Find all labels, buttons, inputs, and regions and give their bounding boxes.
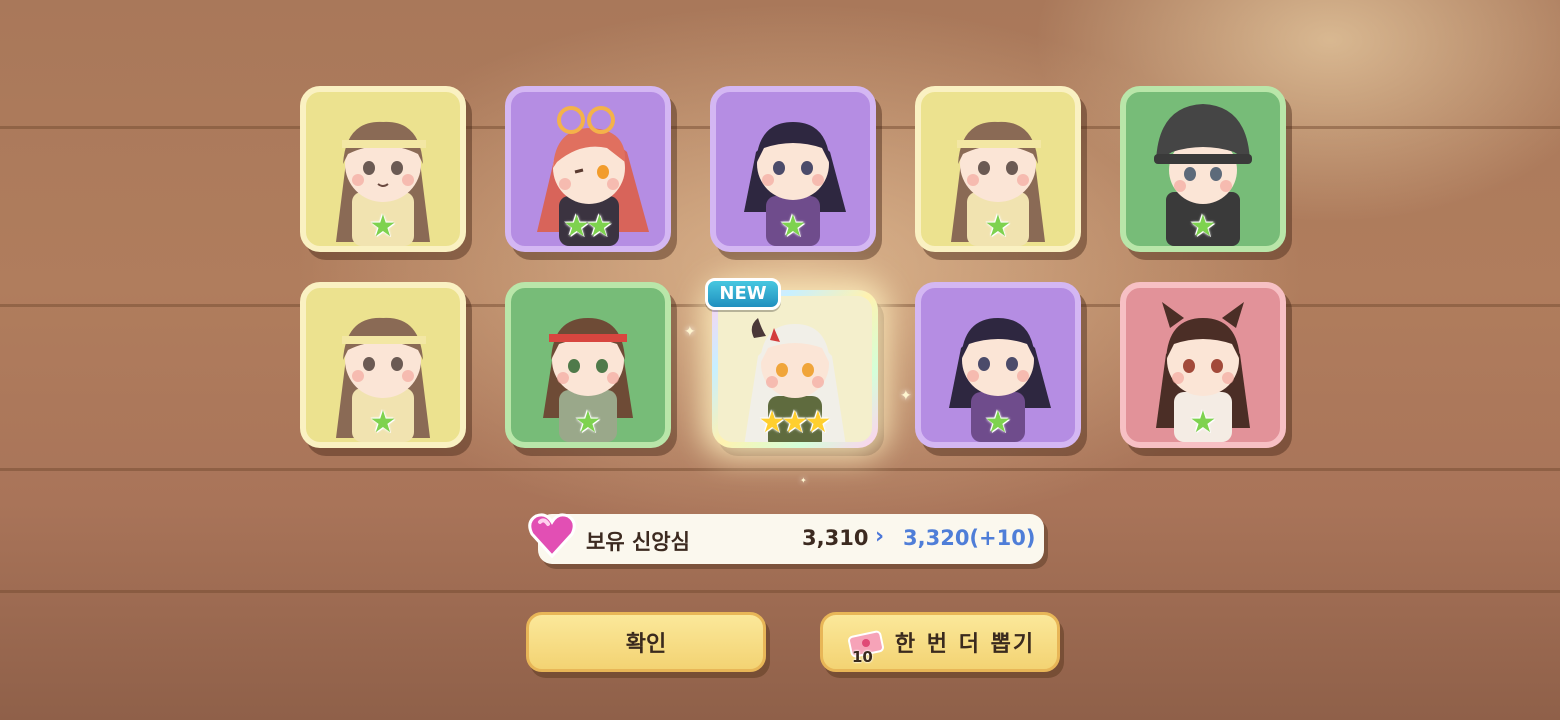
rarity-stars: ★★ [511, 212, 665, 242]
confirm-button-label: 확인 [625, 632, 667, 657]
character-card-2[interactable]: ★★ [505, 86, 671, 252]
draw-again-label: 한 번 더 뽑기 [894, 632, 1036, 657]
rarity-stars: ★ [1126, 212, 1280, 242]
faith-new-value: 3,320(+10) [903, 526, 1036, 550]
character-card-3[interactable]: ★ [710, 86, 876, 252]
star-icon: ★ [984, 209, 1012, 244]
rarity-stars: ★ [716, 212, 870, 242]
character-card-6[interactable]: ★ [300, 282, 466, 448]
star-icon: ★ [586, 209, 613, 244]
star-icon: ★ [1189, 209, 1217, 244]
star-icon: ★ [574, 405, 602, 440]
ticket-count: 10 [852, 648, 873, 666]
star-icon: ★ [804, 405, 832, 440]
character-card-8[interactable]: ★★★ [712, 290, 878, 448]
star-icon: ★ [1189, 405, 1217, 440]
star-icon: ★ [984, 405, 1012, 440]
character-card-9[interactable]: ★ [915, 282, 1081, 448]
star-icon: ★ [369, 209, 397, 244]
sparkle-icon: ✦ [684, 324, 696, 340]
star-icon: ★ [779, 209, 807, 244]
rarity-stars: ★ [306, 408, 460, 438]
character-card-10[interactable]: ★ [1120, 282, 1286, 448]
confirm-button[interactable]: 확인 [526, 612, 766, 672]
floor-plank-line [0, 468, 1560, 471]
arrow-right-icon: › [875, 524, 885, 549]
sparkle-icon: ✦ [900, 388, 912, 404]
character-card-1[interactable]: ★ [300, 86, 466, 252]
character-card-5[interactable]: ★ [1120, 86, 1286, 252]
floor-plank-line [0, 590, 1560, 593]
new-badge: NEW [705, 278, 781, 310]
gacha-result-screen: ★ ★★ ★ ★ ★ ★ ★ ★★★ NEW ✦ ✦ ✦ ★ ★ 보유 신앙심 … [0, 0, 1560, 720]
character-card-4[interactable]: ★ [915, 86, 1081, 252]
rarity-stars: ★★★ [718, 408, 872, 438]
rarity-stars: ★ [306, 212, 460, 242]
heart-gem-icon [528, 513, 576, 559]
rarity-stars: ★ [921, 408, 1075, 438]
sparkle-icon: ✦ [800, 476, 807, 485]
rarity-stars: ★ [511, 408, 665, 438]
rarity-stars: ★ [1126, 408, 1280, 438]
faith-current-value: 3,310 [802, 526, 869, 550]
character-card-7[interactable]: ★ [505, 282, 671, 448]
faith-label: 보유 신앙심 [586, 530, 690, 554]
rarity-stars: ★ [921, 212, 1075, 242]
star-icon: ★ [369, 405, 397, 440]
